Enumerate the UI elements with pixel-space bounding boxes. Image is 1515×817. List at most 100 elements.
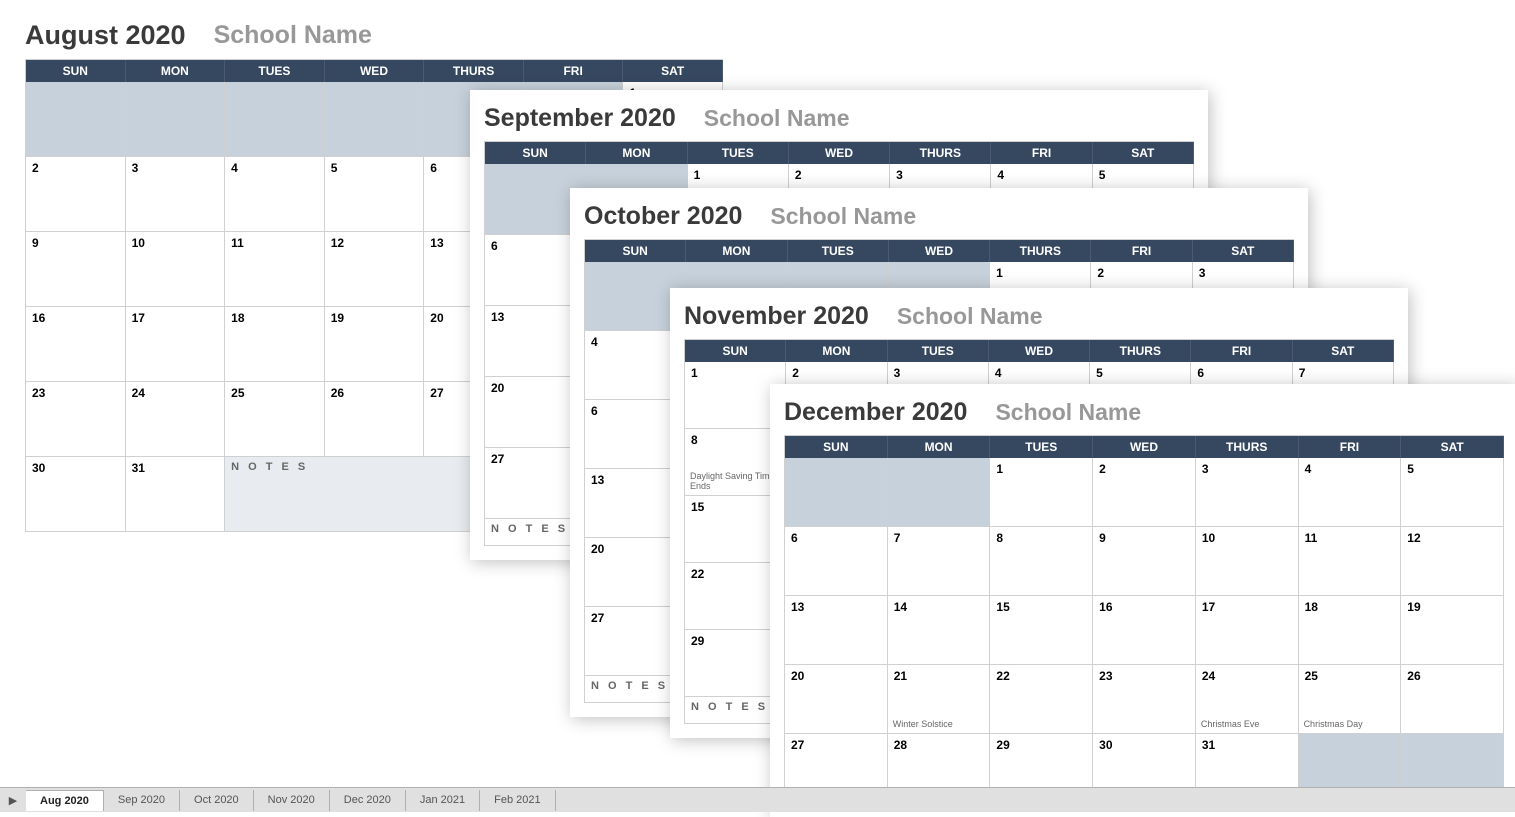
calendar-cell[interactable]: 20 — [785, 665, 888, 734]
calendar-cell[interactable]: 12 — [1401, 527, 1504, 596]
day-number: 22 — [996, 669, 1009, 683]
calendar-cell[interactable]: 25Christmas Day — [1299, 665, 1402, 734]
calendar-cell[interactable]: 26 — [325, 382, 425, 457]
calendar-cell[interactable]: 19 — [1401, 596, 1504, 665]
calendar-cell[interactable] — [126, 82, 226, 157]
calendar-december: December 2020 School Name SUNMONTUESWEDT… — [770, 384, 1515, 817]
month-year-label: December 2020 — [784, 398, 967, 427]
sheet-tab-bar: ▶ Aug 2020Sep 2020Oct 2020Nov 2020Dec 20… — [0, 787, 1515, 812]
day-number: 13 — [491, 310, 504, 324]
day-number: 7 — [894, 531, 901, 545]
day-number: 6 — [491, 239, 498, 253]
day-number: 3 — [894, 366, 901, 380]
calendar-cell[interactable] — [26, 82, 126, 157]
calendar-cell[interactable]: 16 — [1093, 596, 1196, 665]
calendar-cell[interactable]: 10 — [1196, 527, 1299, 596]
calendar-cell[interactable]: 21Winter Solstice — [888, 665, 991, 734]
calendar-cell[interactable]: 17 — [1196, 596, 1299, 665]
calendar-cell[interactable]: 22 — [990, 665, 1093, 734]
tab-nav-right-icon[interactable]: ▶ — [0, 794, 26, 807]
calendar-cell[interactable]: 18 — [225, 307, 325, 382]
day-number: 3 — [896, 168, 903, 182]
day-number: 13 — [791, 600, 804, 614]
day-number: 10 — [1202, 531, 1215, 545]
calendar-cell[interactable]: 3 — [126, 157, 226, 232]
notes-label: N O T E S — [591, 680, 668, 692]
calendar-cell[interactable]: 5 — [1401, 458, 1504, 527]
day-number: 9 — [32, 236, 39, 250]
calendar-cell[interactable]: 24Christmas Eve — [1196, 665, 1299, 734]
calendar-cell[interactable]: 7 — [888, 527, 991, 596]
day-number: 8 — [996, 531, 1003, 545]
sheet-tab[interactable]: Nov 2020 — [254, 790, 330, 811]
calendar-cell[interactable]: 26 — [1401, 665, 1504, 734]
sheet-tab[interactable]: Aug 2020 — [26, 790, 104, 811]
calendar-cell[interactable]: 11 — [225, 232, 325, 307]
day-number: 21 — [894, 669, 907, 683]
calendar-cell[interactable]: 24 — [126, 382, 226, 457]
calendar-cell[interactable]: 9 — [26, 232, 126, 307]
calendar-cell[interactable]: 3 — [1196, 458, 1299, 527]
month-year-label: August 2020 — [25, 20, 186, 51]
day-number: 9 — [1099, 531, 1106, 545]
calendar-cell[interactable]: 11 — [1299, 527, 1402, 596]
calendar-cell[interactable]: 12 — [325, 232, 425, 307]
sheet-tab[interactable]: Sep 2020 — [104, 790, 180, 811]
school-name-label: School Name — [995, 399, 1141, 426]
day-number: 4 — [995, 366, 1002, 380]
calendar-cell[interactable]: 9 — [1093, 527, 1196, 596]
calendar-cell[interactable]: 25 — [225, 382, 325, 457]
calendar-cell[interactable]: 18 — [1299, 596, 1402, 665]
calendar-cell[interactable]: 5 — [325, 157, 425, 232]
calendar-cell[interactable]: 10 — [126, 232, 226, 307]
day-number: 27 — [491, 452, 504, 466]
day-number: 5 — [1096, 366, 1103, 380]
calendar-cell[interactable]: 31 — [126, 457, 226, 532]
calendar-cell[interactable]: 6 — [785, 527, 888, 596]
calendar-cell[interactable] — [888, 458, 991, 527]
day-header: MON — [586, 142, 687, 164]
day-header: SUN — [26, 60, 126, 82]
day-number: 5 — [1407, 462, 1414, 476]
calendar-cell[interactable] — [325, 82, 425, 157]
day-header: WED — [325, 60, 425, 82]
calendar-cell[interactable]: 19 — [325, 307, 425, 382]
sheet-tab[interactable]: Feb 2021 — [480, 790, 555, 811]
day-header: WED — [789, 142, 890, 164]
calendar-cell[interactable]: 2 — [26, 157, 126, 232]
calendar-cell[interactable]: 2 — [1093, 458, 1196, 527]
sheet-tab[interactable]: Jan 2021 — [406, 790, 480, 811]
day-number: 2 — [32, 161, 39, 175]
day-number: 2 — [1097, 266, 1104, 280]
day-number: 29 — [996, 738, 1009, 752]
calendar-cell[interactable]: 15 — [990, 596, 1093, 665]
sheet-tab[interactable]: Dec 2020 — [330, 790, 406, 811]
calendar-cell[interactable]: 13 — [785, 596, 888, 665]
sheet-tab[interactable]: Oct 2020 — [180, 790, 254, 811]
day-number: 17 — [1202, 600, 1215, 614]
calendar-title-row: September 2020 School Name — [484, 104, 1194, 141]
day-number: 5 — [1099, 168, 1106, 182]
calendar-cell[interactable]: 23 — [26, 382, 126, 457]
calendar-cell[interactable]: 23 — [1093, 665, 1196, 734]
calendar-cell[interactable]: 30 — [26, 457, 126, 532]
school-name-label: School Name — [770, 203, 916, 230]
calendar-cell[interactable]: 8 — [990, 527, 1093, 596]
notes-label: N O T E S — [691, 701, 768, 713]
notes-label: N O T E S — [231, 461, 308, 473]
day-number: 19 — [1407, 600, 1420, 614]
calendar-cell[interactable]: 17 — [126, 307, 226, 382]
day-header: SAT — [1193, 240, 1294, 262]
month-year-label: November 2020 — [684, 302, 869, 331]
calendar-cell[interactable] — [225, 82, 325, 157]
calendar-cell[interactable] — [785, 458, 888, 527]
calendar-cell[interactable]: 4 — [1299, 458, 1402, 527]
day-number: 13 — [430, 236, 443, 250]
calendar-cell[interactable]: 14 — [888, 596, 991, 665]
calendar-cell[interactable]: 1 — [990, 458, 1093, 527]
calendar-cell[interactable]: 4 — [225, 157, 325, 232]
notes-label: N O T E S — [491, 523, 568, 535]
calendar-cell[interactable]: 16 — [26, 307, 126, 382]
day-number: 30 — [1099, 738, 1112, 752]
day-header: TUES — [888, 340, 989, 362]
